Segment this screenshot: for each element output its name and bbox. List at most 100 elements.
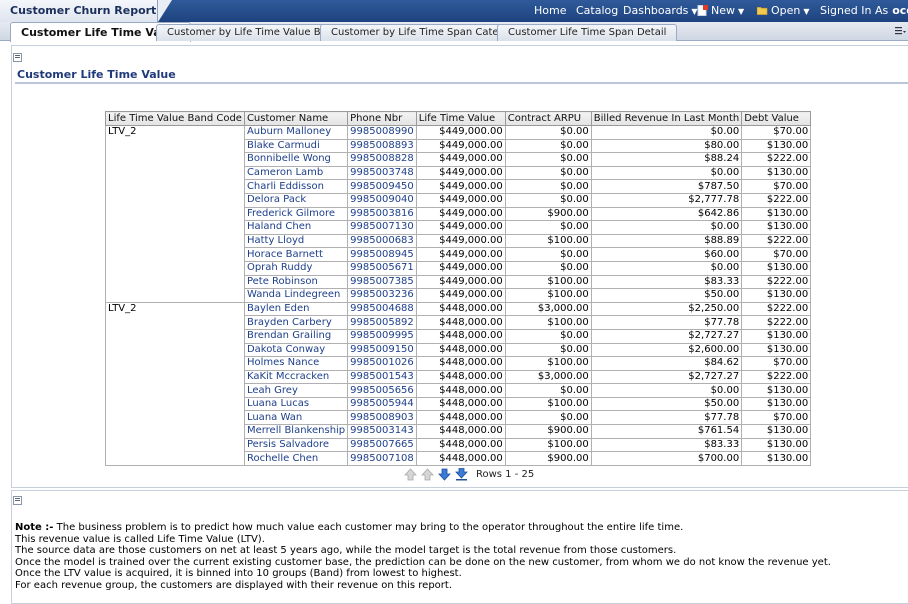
customer-name-cell[interactable]: Auburn Malloney <box>243 125 349 140</box>
customer-name-cell[interactable]: Persis Salvadore <box>243 437 349 453</box>
arpu-cell: $0.00 <box>504 260 592 276</box>
phone-cell[interactable]: 9985005892 <box>347 315 417 330</box>
phone-cell[interactable]: 9985009995 <box>347 328 417 344</box>
customer-name-cell[interactable]: Cameron Lamb <box>243 165 349 181</box>
phone-cell[interactable]: 9985005656 <box>347 383 417 398</box>
first-page-icon[interactable] <box>404 468 417 481</box>
notes-line: For each revenue group, the customers ar… <box>15 579 453 591</box>
ltv-cell: $448,000.00 <box>415 396 506 412</box>
customer-name-cell[interactable]: Luana Lucas <box>243 396 349 412</box>
arpu-cell: $0.00 <box>504 138 592 154</box>
ltv-cell: $448,000.00 <box>415 410 506 426</box>
customer-name-cell[interactable]: Holmes Nance <box>243 356 349 371</box>
signed-in-indicator[interactable]: Signed In Asocdm <box>820 4 908 17</box>
phone-cell[interactable]: 9985008945 <box>347 247 417 262</box>
column-header[interactable]: Phone Nbr <box>347 111 417 126</box>
customer-name-cell[interactable]: Charli Eddisson <box>243 179 349 194</box>
customer-name-cell[interactable]: Rochelle Chen <box>243 451 349 466</box>
customer-name-cell[interactable]: Horace Barnett <box>243 247 349 262</box>
previous-page-icon[interactable] <box>421 468 434 481</box>
column-header[interactable]: Customer Name <box>243 111 349 126</box>
customer-name-cell[interactable]: Merrell Blankenship <box>243 424 349 439</box>
next-page-icon[interactable] <box>438 468 451 481</box>
phone-cell[interactable]: 9985008903 <box>347 410 417 426</box>
arpu-cell: $0.00 <box>504 220 592 235</box>
column-header[interactable]: Life Time Value <box>415 111 506 126</box>
ltv-cell: $449,000.00 <box>415 138 506 154</box>
phone-cell[interactable]: 9985003143 <box>347 424 417 439</box>
phone-cell[interactable]: 9985003236 <box>347 288 417 303</box>
ltv-cell: $449,000.00 <box>415 152 506 167</box>
debt-cell: $222.00 <box>741 192 812 208</box>
column-header[interactable]: Debt Value <box>741 111 812 126</box>
debt-cell: $130.00 <box>741 220 812 235</box>
nav-open-menu[interactable]: Open ▼ <box>771 4 810 17</box>
nav-home-link[interactable]: Home <box>534 4 566 17</box>
nav-new-menu[interactable]: New ▼ <box>711 4 744 17</box>
debt-cell: $222.00 <box>741 274 812 290</box>
phone-cell[interactable]: 9985007108 <box>347 451 417 466</box>
customer-name-cell[interactable]: Brayden Carbery <box>243 315 349 330</box>
debt-cell: $130.00 <box>741 328 812 344</box>
customer-name-cell[interactable]: Bonnibelle Wong <box>243 152 349 167</box>
table-row: LTV_2 Baylen Eden 9985004688 $448,000.00 $3,… <box>105 301 812 466</box>
phone-cell[interactable]: 9985009450 <box>347 179 417 194</box>
phone-cell[interactable]: 9985008893 <box>347 138 417 154</box>
customer-name-cell[interactable]: Pete Robinson <box>243 274 349 290</box>
last-page-icon[interactable] <box>455 468 468 481</box>
billed-revenue-cell: $0.00 <box>590 165 743 181</box>
phone-cell[interactable]: 9985001543 <box>347 369 417 385</box>
phone-cell[interactable]: 9985007385 <box>347 274 417 290</box>
phone-cell[interactable]: 9985007665 <box>347 437 417 453</box>
debt-cell: $130.00 <box>741 424 812 439</box>
ltv-cell: $448,000.00 <box>415 328 506 344</box>
nav-new-label: New <box>711 4 735 17</box>
arpu-cell: $100.00 <box>504 437 592 453</box>
page-options-icon[interactable] <box>894 25 906 37</box>
collapse-notes-icon[interactable] <box>13 496 22 505</box>
phone-cell[interactable]: 9985000683 <box>347 233 417 249</box>
column-header[interactable]: Billed Revenue In Last Month <box>590 111 743 126</box>
debt-cell: $222.00 <box>741 301 812 317</box>
customer-name-cell[interactable]: Delora Pack <box>243 192 349 208</box>
ltv-cell: $449,000.00 <box>415 233 506 249</box>
customer-name-cell[interactable]: Brendan Grailing <box>243 328 349 344</box>
customer-name-cell[interactable]: Wanda Lindegreen <box>243 288 349 303</box>
phone-cell[interactable]: 9985005671 <box>347 260 417 276</box>
customer-name-cell[interactable]: Baylen Eden <box>243 301 349 317</box>
column-header[interactable]: Contract ARPU <box>504 111 592 126</box>
billed-revenue-cell: $2,777.78 <box>590 192 743 208</box>
phone-cell[interactable]: 9985004688 <box>347 301 417 317</box>
customer-name-cell[interactable]: Dakota Conway <box>243 342 349 358</box>
nav-catalog-link[interactable]: Catalog <box>576 4 618 17</box>
phone-cell[interactable]: 9985009040 <box>347 192 417 208</box>
notes-label: Note :- <box>15 522 54 533</box>
notes-line: This revenue value is called Life Time V… <box>15 533 265 545</box>
collapse-section-icon[interactable] <box>13 53 22 62</box>
phone-cell[interactable]: 9985007130 <box>347 220 417 235</box>
customer-name-cell[interactable]: KaKit Mccracken <box>243 369 349 385</box>
tab-customer-life-time-span-detail[interactable]: Customer Life Time Span Detail <box>497 24 678 41</box>
tab-bar: Customer Life Time Value Customer by Lif… <box>0 22 908 42</box>
customer-name-cell[interactable]: Leah Grey <box>243 383 349 398</box>
ltv-cell: $449,000.00 <box>415 260 506 276</box>
phone-cell[interactable]: 9985008828 <box>347 152 417 167</box>
nav-dashboards-menu[interactable]: Dashboards ▼ <box>623 4 698 17</box>
customer-name-cell[interactable]: Blake Carmudi <box>243 138 349 154</box>
phone-cell[interactable]: 9985003748 <box>347 165 417 181</box>
phone-cell[interactable]: 9985008990 <box>347 125 417 140</box>
customer-name-cell[interactable]: Frederick Gilmore <box>243 206 349 222</box>
customer-name-cell[interactable]: Haland Chen <box>243 220 349 235</box>
phone-cell[interactable]: 9985009150 <box>347 342 417 358</box>
customer-name-cell[interactable]: Luana Wan <box>243 410 349 426</box>
phone-cell[interactable]: 9985001026 <box>347 356 417 371</box>
column-header[interactable]: Life Time Value Band Code <box>105 111 245 126</box>
phone-cell[interactable]: 9985005944 <box>347 396 417 412</box>
customer-name-cell[interactable]: Oprah Ruddy <box>243 260 349 276</box>
arpu-cell: $100.00 <box>504 233 592 249</box>
phone-cell[interactable]: 9985003816 <box>347 206 417 222</box>
debt-cell: $130.00 <box>741 138 812 154</box>
customer-name-cell[interactable]: Hatty Lloyd <box>243 233 349 249</box>
rows-range-text: Rows 1 - 25 <box>476 469 535 480</box>
chevron-down-icon: ▼ <box>803 7 810 16</box>
